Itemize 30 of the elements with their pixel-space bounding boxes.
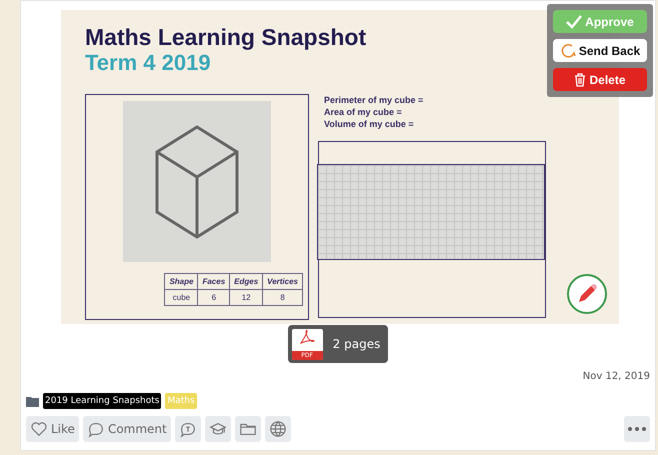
table-cell: 6 xyxy=(198,290,230,306)
folder-icon xyxy=(26,396,39,406)
table-cell: 8 xyxy=(262,290,302,306)
document-subtitle: Term 4 2019 xyxy=(85,50,212,76)
like-button[interactable]: Like xyxy=(26,416,79,442)
question-text: Volume of my cube = xyxy=(324,118,415,130)
pencil-icon xyxy=(576,283,598,305)
question-text: Area of my cube = xyxy=(324,106,403,118)
tag[interactable]: 2019 Learning Snapshots xyxy=(43,393,162,409)
teacher-comment-button[interactable] xyxy=(174,416,201,442)
speech-bubble-icon xyxy=(178,420,197,438)
edit-button[interactable] xyxy=(567,274,607,314)
table-cell: 12 xyxy=(230,290,263,306)
question-text: Perimeter of my cube = xyxy=(324,94,424,106)
table-header: Shape xyxy=(164,274,198,290)
document-title: Maths Learning Snapshot xyxy=(85,24,366,50)
heart-icon xyxy=(30,420,48,438)
comment-button[interactable]: Comment xyxy=(82,416,171,442)
table-header: Faces xyxy=(198,274,230,290)
table-cell: cube xyxy=(164,290,198,306)
folder-button[interactable] xyxy=(234,416,261,442)
speech-bubble-icon xyxy=(86,420,105,438)
globe-icon xyxy=(268,420,287,438)
more-button[interactable] xyxy=(624,416,650,442)
public-button[interactable] xyxy=(264,416,291,442)
table-header: Vertices xyxy=(262,274,302,290)
more-dots-icon xyxy=(628,427,646,431)
table-header: Edges xyxy=(230,274,263,290)
post-date: Nov 12, 2019 xyxy=(582,371,650,382)
learning-button[interactable] xyxy=(204,416,231,442)
